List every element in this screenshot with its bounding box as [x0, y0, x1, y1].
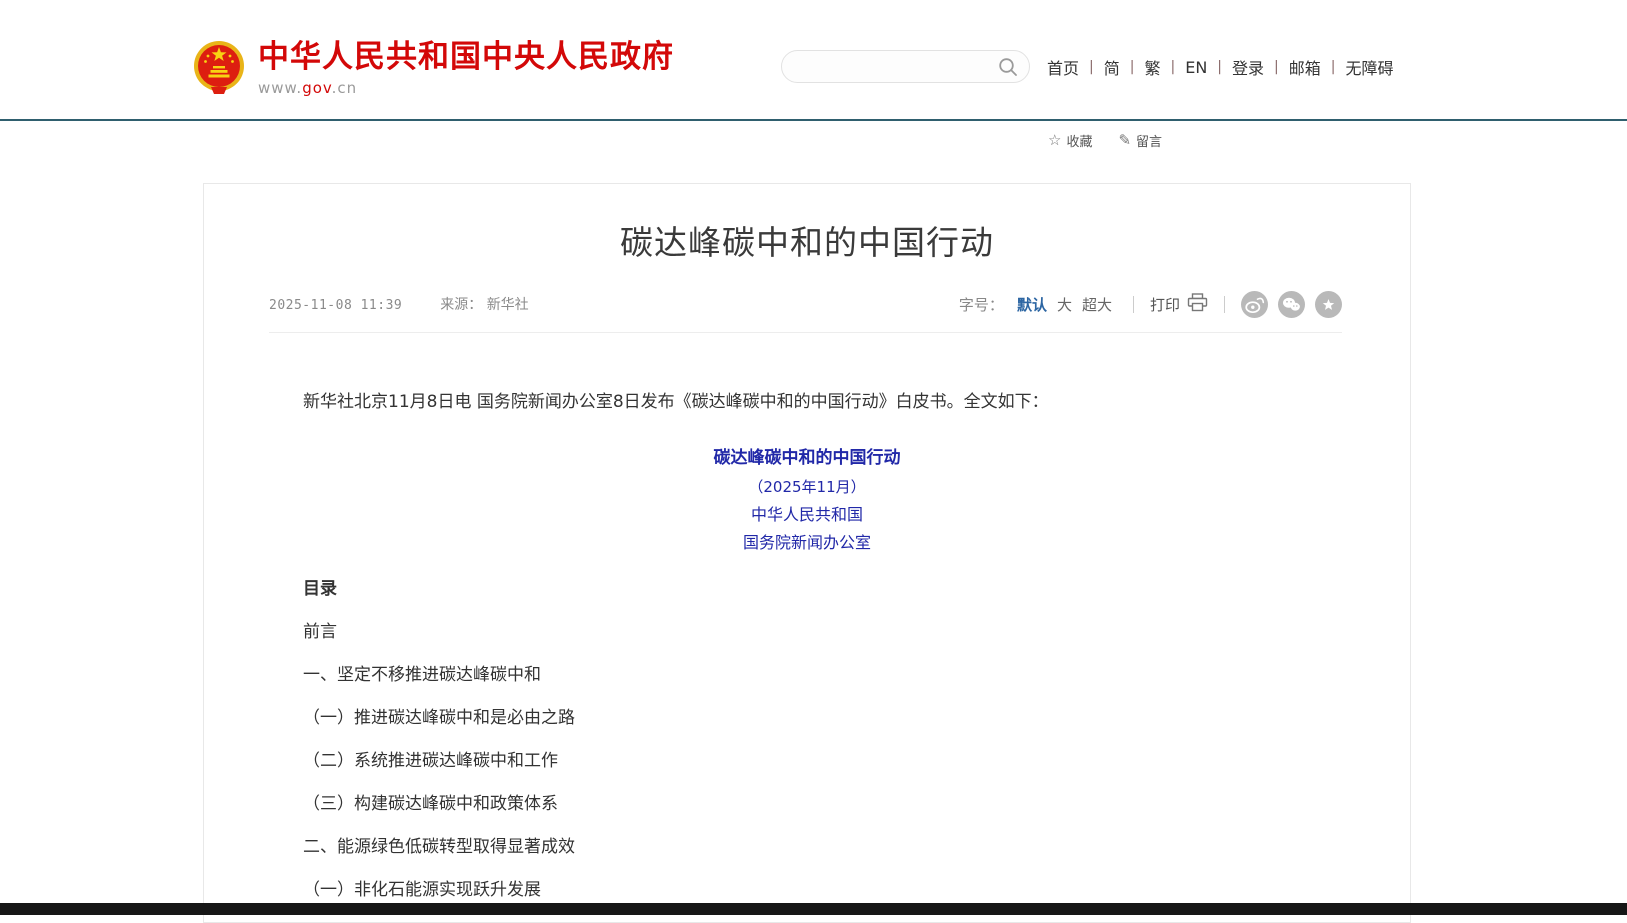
favorite-label: 收藏: [1066, 131, 1092, 150]
share-icons: [1241, 291, 1342, 318]
nav-login[interactable]: 登录: [1222, 55, 1274, 79]
font-size-xlarge-button[interactable]: 超大: [1082, 294, 1112, 315]
nav-home[interactable]: 首页: [1037, 55, 1089, 79]
nav-traditional[interactable]: 繁: [1134, 55, 1170, 79]
article-card: 碳达峰碳中和的中国行动 2025-11-08 11:39 来源： 新华社 字号：…: [203, 183, 1411, 923]
article-meta-right: 字号： 默认 大 超大 打印: [959, 291, 1342, 318]
toc-item: 二、能源绿色低碳转型取得显著成效: [269, 826, 1345, 869]
lead-paragraph: 新华社北京11月8日电 国务院新闻办公室8日发布《碳达峰碳中和的中国行动》白皮书…: [269, 387, 1345, 417]
message-button[interactable]: ✎ 留言: [1118, 131, 1162, 150]
article-meta: 2025-11-08 11:39 来源： 新华社 字号： 默认 大 超大 打印: [269, 291, 1342, 333]
meta-separator: [1133, 296, 1134, 313]
meta-separator: [1224, 296, 1225, 313]
document-title: 碳达峰碳中和的中国行动: [269, 443, 1345, 473]
toc-item: 前言: [269, 611, 1345, 654]
message-label: 留言: [1136, 131, 1162, 150]
article-meta-left: 2025-11-08 11:39 来源： 新华社: [269, 294, 529, 314]
header-divider: [0, 119, 1627, 121]
share-wechat-icon[interactable]: [1278, 291, 1305, 318]
nav-accessibility[interactable]: 无障碍: [1335, 55, 1403, 79]
print-label: 打印: [1150, 294, 1180, 315]
site-title: 中华人民共和国中央人民政府: [258, 40, 674, 76]
document-date: （2025年11月）: [269, 473, 1345, 501]
toc-item: （三）构建碳达峰碳中和政策体系: [269, 783, 1345, 826]
search-icon[interactable]: [998, 57, 1018, 77]
font-size-default-button[interactable]: 默认: [1017, 294, 1047, 315]
toc-item: 一、坚定不移推进碳达峰碳中和: [269, 654, 1345, 697]
favorite-button[interactable]: ☆ 收藏: [1048, 131, 1092, 150]
nav-mail[interactable]: 邮箱: [1279, 55, 1331, 79]
toc-heading: 目录: [269, 567, 1345, 611]
printer-icon: [1187, 293, 1208, 316]
document-org-line1: 中华人民共和国: [269, 501, 1345, 529]
share-favorite-icon[interactable]: [1315, 291, 1342, 318]
publish-date: 2025-11-08 11:39: [269, 298, 402, 313]
site-header: 中华人民共和国中央人民政府 www.gov.cn 首页 | 简 | 繁 | EN…: [0, 0, 1627, 119]
nav-english[interactable]: EN: [1175, 58, 1217, 77]
search-input[interactable]: [798, 52, 993, 81]
site-url: www.gov.cn: [258, 79, 674, 97]
font-size-label: 字号：: [959, 294, 1004, 315]
page-actions: ☆ 收藏 ✎ 留言: [1048, 131, 1162, 150]
print-button[interactable]: 打印: [1150, 293, 1208, 316]
toc-item: （一）推进碳达峰碳中和是必由之路: [269, 697, 1345, 740]
top-nav: 首页 | 简 | 繁 | EN | 登录 | 邮箱 | 无障碍: [1037, 55, 1403, 79]
article-body: 新华社北京11月8日电 国务院新闻办公室8日发布《碳达峰碳中和的中国行动》白皮书…: [269, 387, 1345, 912]
bottom-bar: [0, 903, 1627, 915]
star-icon: ☆: [1048, 133, 1061, 148]
pencil-icon: ✎: [1118, 133, 1131, 148]
font-size-large-button[interactable]: 大: [1057, 294, 1072, 315]
article-source: 来源： 新华社: [440, 294, 528, 314]
national-emblem-icon: [193, 40, 245, 100]
article-title: 碳达峰碳中和的中国行动: [204, 222, 1410, 265]
toc-item: （二）系统推进碳达峰碳中和工作: [269, 740, 1345, 783]
nav-simplified[interactable]: 简: [1094, 55, 1130, 79]
site-logo[interactable]: 中华人民共和国中央人民政府 www.gov.cn: [193, 40, 674, 100]
search-box: [781, 50, 1030, 83]
share-weibo-icon[interactable]: [1241, 291, 1268, 318]
document-org-line2: 国务院新闻办公室: [269, 529, 1345, 557]
